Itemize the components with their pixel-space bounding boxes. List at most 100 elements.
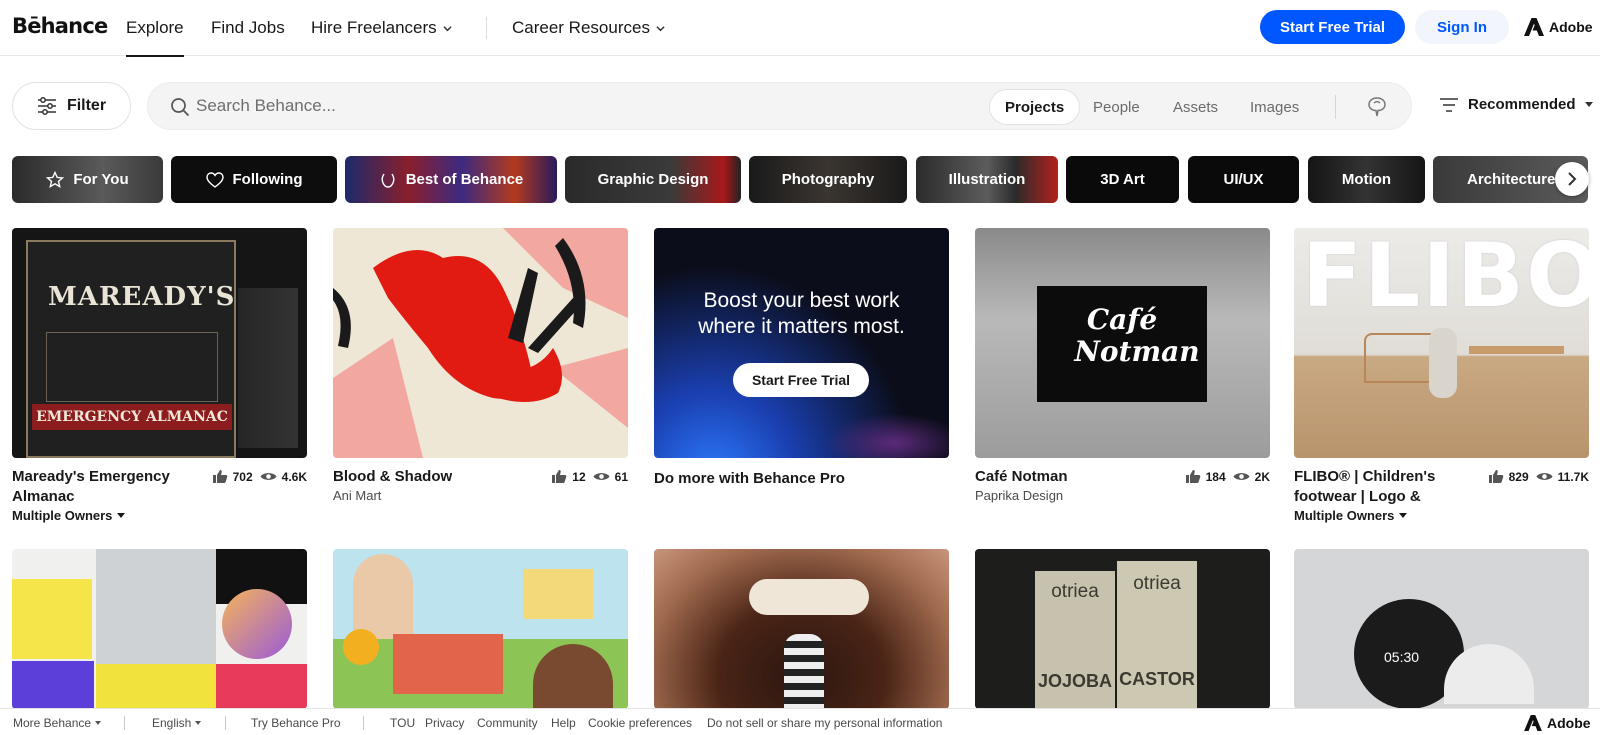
nav-hire-freelancers[interactable]: Hire Freelancers bbox=[311, 18, 452, 38]
footer-adobe-link[interactable]: Adobe bbox=[1524, 715, 1591, 731]
behance-logo[interactable]: Bēhance bbox=[12, 14, 108, 38]
likes-stat: 702 bbox=[212, 469, 253, 484]
figure-shape bbox=[784, 634, 824, 709]
scope-people[interactable]: People bbox=[1078, 90, 1155, 124]
nav-career-resources[interactable]: Career Resources bbox=[512, 18, 665, 38]
teeth-shape bbox=[749, 579, 869, 615]
category-motion[interactable]: Motion bbox=[1308, 156, 1425, 203]
filter-label: Filter bbox=[66, 97, 107, 114]
moodboard-search-icon[interactable] bbox=[1367, 96, 1387, 118]
scope-assets[interactable]: Assets bbox=[1158, 90, 1233, 124]
promo-banner[interactable]: Boost your best work where it matters mo… bbox=[654, 228, 949, 458]
project-card[interactable]: Café Notman Café Notman Paprika Design 1… bbox=[975, 228, 1270, 503]
footer-link-community[interactable]: Community bbox=[477, 716, 538, 730]
caret-down-icon bbox=[95, 720, 102, 725]
scope-divider bbox=[1335, 95, 1336, 119]
footer-language[interactable]: English bbox=[152, 716, 202, 730]
project-owner-dropdown[interactable]: Multiple Owners bbox=[1294, 508, 1589, 523]
art-tile bbox=[216, 664, 307, 709]
project-card[interactable]: MAREADY'S EMERGENCY ALMANAC Maready's Em… bbox=[12, 228, 307, 523]
behance-pro-promo-card[interactable]: Boost your best work where it matters mo… bbox=[654, 228, 949, 489]
project-thumbnail[interactable] bbox=[333, 228, 628, 458]
adobe-link[interactable]: Adobe bbox=[1524, 18, 1593, 36]
category-following[interactable]: Following bbox=[171, 156, 337, 203]
category-illustration[interactable]: Illustration bbox=[916, 156, 1058, 203]
sort-dropdown[interactable]: Recommended bbox=[1439, 96, 1593, 113]
thumbs-up-icon bbox=[552, 470, 567, 483]
project-thumbnail[interactable] bbox=[654, 549, 949, 709]
promo-glow bbox=[824, 413, 949, 458]
project-title[interactable]: Café Notman bbox=[975, 467, 1160, 487]
project-stats: 184 2K bbox=[1185, 469, 1270, 484]
art-tile bbox=[12, 661, 94, 709]
promo-start-trial-button[interactable]: Start Free Trial bbox=[733, 363, 869, 397]
cafe-sign-line-2: Notman bbox=[1074, 335, 1200, 368]
project-title[interactable]: Blood & Shadow bbox=[333, 467, 518, 487]
category-label: Best of Behance bbox=[405, 171, 524, 188]
likes-stat: 829 bbox=[1488, 469, 1529, 484]
project-owner: Multiple Owners bbox=[1294, 508, 1395, 523]
footer-link-help[interactable]: Help bbox=[551, 716, 576, 730]
category-label: Graphic Design bbox=[597, 171, 709, 188]
filter-button[interactable]: Filter bbox=[12, 82, 131, 130]
thumbs-up-icon bbox=[212, 470, 227, 483]
category-ui-ux[interactable]: UI/UX bbox=[1188, 156, 1299, 203]
sign-in-button[interactable]: Sign In bbox=[1415, 10, 1509, 44]
footer-link-cookie-preferences[interactable]: Cookie preferences bbox=[588, 716, 692, 730]
footer-link-privacy[interactable]: Privacy bbox=[425, 716, 464, 730]
chevron-down-icon bbox=[443, 25, 452, 31]
project-thumbnail[interactable]: MAREADY'S EMERGENCY ALMANAC bbox=[12, 228, 307, 458]
category-label: Motion bbox=[1341, 171, 1392, 188]
footer-adobe-label: Adobe bbox=[1547, 715, 1591, 731]
footer-link-do-not-sell[interactable]: Do not sell or share my personal informa… bbox=[707, 716, 942, 730]
art-tile bbox=[222, 589, 292, 659]
book-title-text: MAREADY'S bbox=[48, 282, 236, 312]
project-owner[interactable]: Paprika Design bbox=[975, 488, 1270, 503]
footer-try-pro[interactable]: Try Behance Pro bbox=[251, 716, 341, 730]
project-thumbnail[interactable]: Café Notman bbox=[975, 228, 1270, 458]
footer-more-behance[interactable]: More Behance bbox=[13, 716, 102, 730]
project-thumbnail[interactable]: 05:30 bbox=[1294, 549, 1589, 709]
project-title[interactable]: Maready's Emergency Almanac bbox=[12, 467, 197, 507]
category-for-you[interactable]: For You bbox=[12, 156, 163, 203]
promo-caption[interactable]: Do more with Behance Pro bbox=[654, 469, 949, 489]
category-best-of-behance[interactable]: Best of Behance bbox=[345, 156, 557, 203]
start-free-trial-button[interactable]: Start Free Trial bbox=[1260, 10, 1405, 44]
project-thumbnail[interactable]: FLIBO bbox=[1294, 228, 1589, 458]
promo-headline-line-2: where it matters most. bbox=[698, 315, 905, 338]
nav-explore[interactable]: Explore bbox=[126, 18, 184, 57]
project-owner[interactable]: Ani Mart bbox=[333, 488, 628, 503]
category-graphic-design[interactable]: Graphic Design bbox=[565, 156, 741, 203]
caret-down-icon bbox=[1584, 101, 1593, 107]
project-card[interactable]: FLIBO FLIBO® | Children's footwear | Log… bbox=[1294, 228, 1589, 523]
cafe-sign-line-1: Café bbox=[1086, 303, 1158, 336]
views-stat: 61 bbox=[593, 470, 628, 484]
eye-icon bbox=[593, 473, 610, 480]
footer-link-tou[interactable]: TOU bbox=[390, 716, 415, 730]
category-photography[interactable]: Photography bbox=[749, 156, 907, 203]
category-3d-art[interactable]: 3D Art bbox=[1066, 156, 1179, 203]
project-thumbnail[interactable] bbox=[333, 549, 628, 709]
category-label: Photography bbox=[781, 171, 875, 188]
categories-scroll-right-button[interactable] bbox=[1555, 162, 1589, 196]
adobe-label: Adobe bbox=[1549, 19, 1593, 35]
project-title[interactable]: FLIBO® | Children's footwear | Logo & bbox=[1294, 467, 1479, 507]
views-count: 4.6K bbox=[281, 469, 307, 484]
scope-images[interactable]: Images bbox=[1235, 90, 1314, 124]
table-top bbox=[1469, 346, 1564, 354]
nav-find-jobs[interactable]: Find Jobs bbox=[211, 18, 285, 38]
footer-divider bbox=[225, 716, 226, 730]
scope-projects[interactable]: Projects bbox=[990, 90, 1080, 124]
nav-explore-label: Explore bbox=[126, 18, 184, 37]
category-label: 3D Art bbox=[1100, 171, 1145, 188]
project-card[interactable]: Blood & Shadow Ani Mart 12 61 bbox=[333, 228, 628, 503]
art-tile bbox=[12, 579, 92, 659]
search-input[interactable] bbox=[196, 91, 896, 121]
sunflower-shape bbox=[343, 629, 379, 665]
project-thumbnail[interactable] bbox=[12, 549, 307, 709]
art-tile bbox=[96, 549, 216, 664]
category-label: Architecture bbox=[1467, 171, 1556, 188]
project-thumbnail[interactable]: otriea JOJOBA otriea CASTOR bbox=[975, 549, 1270, 709]
project-owner-dropdown[interactable]: Multiple Owners bbox=[12, 508, 307, 523]
packaging-brand: otriea bbox=[1133, 573, 1181, 594]
